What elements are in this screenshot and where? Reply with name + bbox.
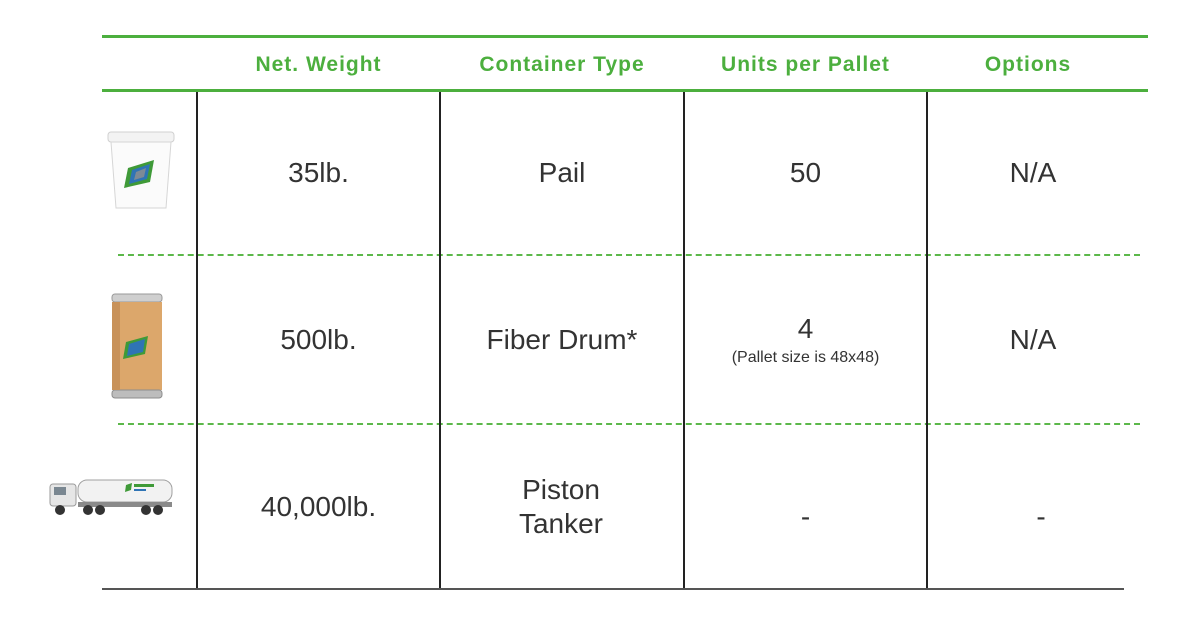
cell-text: 50 bbox=[789, 157, 822, 188]
cell-text: 500lb. bbox=[280, 323, 357, 355]
cell-text: 40,000lb. bbox=[260, 490, 377, 522]
header-net-weight: Net. Weight bbox=[255, 53, 382, 76]
cell-text: - bbox=[1036, 500, 1046, 532]
cell-container-type: Pail bbox=[441, 92, 683, 254]
cell-container-type: Piston Tanker bbox=[481, 425, 641, 588]
cell-net-weight: 500lb. bbox=[198, 256, 439, 423]
pallet-size-note: (Pallet size is 48x48) bbox=[731, 348, 880, 366]
cell-text: 4 bbox=[797, 312, 814, 344]
cell-units-per-pallet: 50 bbox=[685, 92, 926, 254]
cell-text: Pail bbox=[538, 157, 586, 188]
tanker-truck-icon bbox=[48, 474, 174, 523]
cell-text: Piston Tanker bbox=[518, 473, 604, 539]
header-container-type: Container Type bbox=[479, 53, 645, 76]
cell-text: 35lb. bbox=[288, 157, 349, 188]
cell-units-per-pallet: - bbox=[685, 435, 926, 598]
cell-net-weight: 35lb. bbox=[198, 92, 439, 254]
cell-text: - bbox=[800, 500, 811, 532]
cell-net-weight: 40,000lb. bbox=[198, 425, 439, 588]
cell-units-per-pallet: 4 (Pallet size is 48x48) bbox=[685, 256, 926, 423]
cell-container-type: Fiber Drum* bbox=[441, 256, 683, 423]
header-options: Options bbox=[984, 53, 1072, 76]
table-top-rule bbox=[102, 35, 1148, 38]
cell-options: - bbox=[928, 435, 1154, 598]
cell-options: N/A bbox=[928, 256, 1138, 423]
white-pail-icon bbox=[106, 130, 176, 217]
cell-text: N/A bbox=[1009, 323, 1057, 355]
header-units-per-pallet: Units per Pallet bbox=[721, 53, 890, 76]
cell-options: N/A bbox=[928, 92, 1138, 254]
cell-text: Fiber Drum* bbox=[486, 323, 638, 355]
fiber-drum-icon bbox=[108, 292, 166, 405]
cell-text: N/A bbox=[1009, 157, 1057, 188]
